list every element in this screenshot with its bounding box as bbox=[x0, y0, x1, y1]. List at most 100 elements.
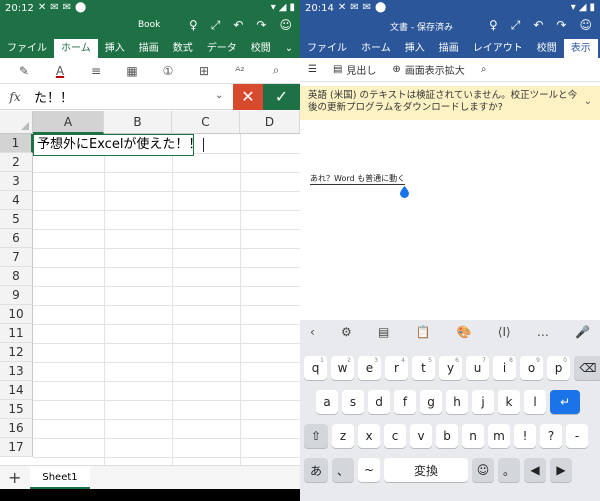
enter-key[interactable]: ↵ bbox=[550, 390, 580, 414]
column-header[interactable]: B bbox=[104, 111, 172, 134]
emoji-key[interactable]: ☺ bbox=[472, 458, 494, 482]
key[interactable]: t5 bbox=[412, 356, 435, 380]
menu-icon[interactable]: ☰ bbox=[300, 64, 325, 75]
text-cursor-handle-icon[interactable] bbox=[400, 186, 409, 198]
select-all-corner[interactable] bbox=[0, 111, 33, 134]
row-header[interactable]: 4 bbox=[0, 191, 33, 210]
account-icon[interactable]: ☺ bbox=[279, 18, 292, 33]
keyboard-layout-icon[interactable]: ▤ bbox=[378, 325, 389, 339]
key[interactable]: y6 bbox=[439, 356, 462, 380]
clipboard-icon[interactable]: 📋 bbox=[415, 325, 430, 339]
key[interactable]: f bbox=[394, 390, 416, 414]
cancel-button[interactable]: ✕ bbox=[233, 84, 263, 110]
key[interactable]: ? bbox=[540, 424, 562, 448]
key[interactable]: p0 bbox=[547, 356, 570, 380]
undo-icon[interactable]: ↶ bbox=[233, 18, 243, 33]
tab-layout[interactable]: レイアウト bbox=[466, 39, 530, 58]
key[interactable]: n bbox=[462, 424, 484, 448]
cursor-icon[interactable]: ⟨I⟩ bbox=[498, 325, 511, 339]
account-icon[interactable]: ☺ bbox=[579, 18, 592, 33]
key[interactable]: g bbox=[420, 390, 442, 414]
key[interactable]: w2 bbox=[331, 356, 354, 380]
tab-view[interactable]: 表示 bbox=[563, 39, 598, 58]
shift-key[interactable]: ⇧ bbox=[304, 424, 328, 448]
row-header[interactable]: 14 bbox=[0, 381, 33, 400]
chevron-down-icon[interactable]: ⌄ bbox=[215, 90, 223, 101]
fx-icon[interactable]: fx bbox=[0, 90, 30, 104]
lightbulb-icon[interactable]: ♀ bbox=[489, 18, 498, 33]
row-header[interactable]: 15 bbox=[0, 400, 33, 419]
key[interactable]: q1 bbox=[304, 356, 327, 380]
key[interactable]: u7 bbox=[466, 356, 489, 380]
row-header[interactable]: 2 bbox=[0, 153, 33, 172]
column-header[interactable]: A bbox=[33, 111, 104, 134]
key[interactable]: ! bbox=[514, 424, 536, 448]
lightbulb-icon[interactable]: ♀ bbox=[189, 18, 198, 33]
row-header[interactable]: 5 bbox=[0, 210, 33, 229]
row-header[interactable]: 17 bbox=[0, 438, 33, 457]
row-header[interactable]: 11 bbox=[0, 324, 33, 343]
row-header[interactable]: 16 bbox=[0, 419, 33, 438]
key[interactable]: v bbox=[410, 424, 432, 448]
key[interactable]: x bbox=[358, 424, 380, 448]
input-mode-key[interactable]: あ bbox=[304, 458, 328, 482]
key[interactable]: a bbox=[316, 390, 338, 414]
tab-file[interactable]: ファイル bbox=[300, 39, 354, 58]
key[interactable]: r4 bbox=[385, 356, 408, 380]
row-header[interactable]: 3 bbox=[0, 172, 33, 191]
convert-key[interactable]: 変換 bbox=[384, 458, 468, 482]
tab-draw[interactable]: 描画 bbox=[432, 39, 466, 58]
cell-a1[interactable]: 予想外にExcelが使えた！！ bbox=[33, 134, 205, 156]
tab-home[interactable]: ホーム bbox=[54, 39, 98, 58]
key[interactable]: m bbox=[488, 424, 510, 448]
eraser-icon[interactable]: ✎ bbox=[6, 64, 42, 78]
redo-icon[interactable]: ↷ bbox=[256, 18, 266, 33]
key[interactable]: i8 bbox=[493, 356, 516, 380]
expand-icon[interactable]: ⤢ bbox=[511, 18, 521, 33]
chevron-down-icon[interactable]: ⌄ bbox=[584, 96, 592, 108]
align-icon[interactable]: ≡ bbox=[78, 64, 114, 78]
backspace-key[interactable]: ⌫ bbox=[574, 356, 600, 380]
key[interactable]: k bbox=[498, 390, 520, 414]
row-header[interactable]: 9 bbox=[0, 286, 33, 305]
row-header[interactable]: 10 bbox=[0, 305, 33, 324]
settings-icon[interactable]: ⚙ bbox=[341, 325, 352, 339]
expand-icon[interactable]: ⤢ bbox=[211, 18, 221, 33]
zoom-button[interactable]: ⊕ 画面表示拡大 bbox=[384, 62, 472, 77]
cursor-right-key[interactable]: ▶ bbox=[550, 458, 572, 482]
key[interactable]: l bbox=[524, 390, 546, 414]
format-icon[interactable]: ▦ bbox=[114, 64, 150, 78]
tilde-key[interactable]: ~ bbox=[358, 458, 380, 482]
cursor-left-key[interactable]: ◀ bbox=[524, 458, 546, 482]
tab-file[interactable]: ファイル bbox=[0, 39, 54, 58]
tab-data[interactable]: データ bbox=[200, 39, 244, 58]
redo-icon[interactable]: ↷ bbox=[556, 18, 566, 33]
number-format-icon[interactable]: ① bbox=[150, 64, 186, 78]
tab-review[interactable]: 校閲 bbox=[244, 39, 278, 58]
key[interactable]: o9 bbox=[520, 356, 543, 380]
row-header[interactable]: 12 bbox=[0, 343, 33, 362]
key[interactable]: c bbox=[384, 424, 406, 448]
undo-icon[interactable]: ↶ bbox=[533, 18, 543, 33]
column-header[interactable]: C bbox=[172, 111, 240, 134]
key[interactable]: h bbox=[446, 390, 468, 414]
tab-insert[interactable]: 挿入 bbox=[398, 39, 432, 58]
tab-home[interactable]: ホーム bbox=[354, 39, 398, 58]
formula-input[interactable]: た！！ bbox=[34, 87, 73, 106]
row-header[interactable]: 1 bbox=[0, 134, 33, 153]
key[interactable]: d bbox=[368, 390, 390, 414]
mic-icon[interactable]: 🎤 bbox=[575, 325, 590, 339]
proofing-banner[interactable]: 英語 (米国) のテキストは検証されていません。校正ツールと今後の更新プログラム… bbox=[300, 86, 600, 120]
comma-key[interactable]: 、 bbox=[332, 458, 354, 482]
add-sheet-button[interactable]: + bbox=[8, 468, 21, 487]
tab-draw[interactable]: 描画 bbox=[132, 39, 166, 58]
sort-icon[interactable]: ᴬᶻ bbox=[222, 64, 258, 78]
row-header[interactable]: 7 bbox=[0, 248, 33, 267]
tab-formulas[interactable]: 数式 bbox=[166, 39, 200, 58]
column-header[interactable]: D bbox=[240, 111, 300, 134]
back-icon[interactable]: ‹ bbox=[310, 325, 315, 339]
row-header[interactable]: 13 bbox=[0, 362, 33, 381]
palette-icon[interactable]: 🎨 bbox=[457, 325, 472, 339]
more-icon[interactable]: … bbox=[537, 325, 549, 339]
key[interactable]: s bbox=[342, 390, 364, 414]
